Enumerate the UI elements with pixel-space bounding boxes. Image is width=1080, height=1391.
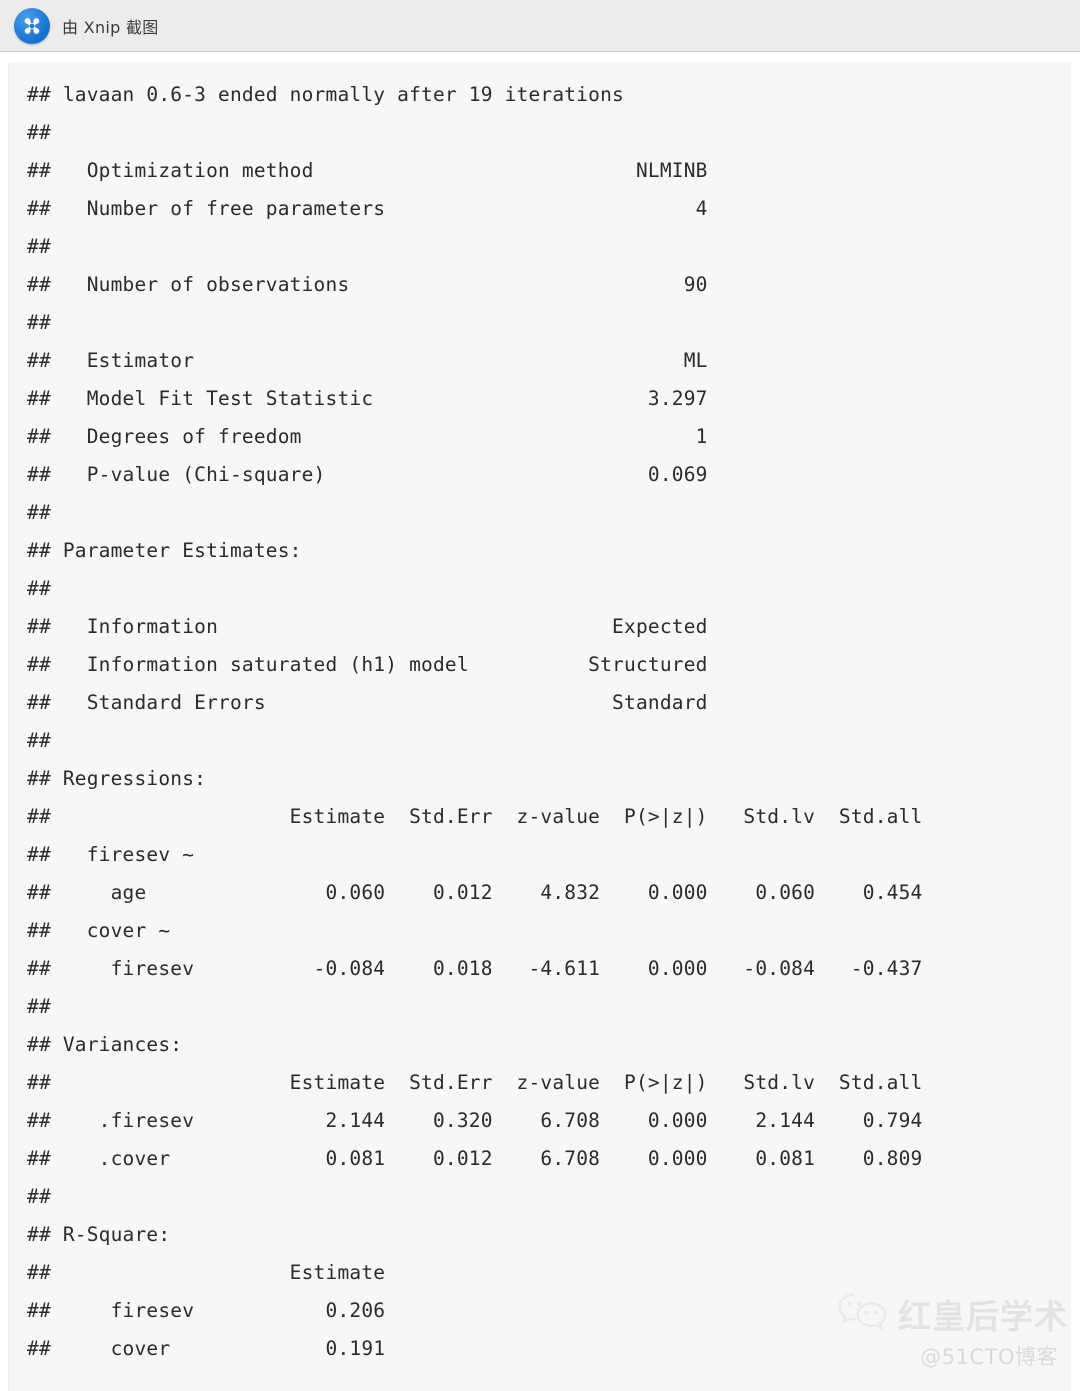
console-line: ## Number of free parameters 4 — [27, 197, 708, 220]
console-line: ## Parameter Estimates: — [27, 539, 302, 562]
r-console-output-block: ## lavaan 0.6-3 ended normally after 19 … — [8, 62, 1071, 1391]
console-line: ## cover 0.191 — [27, 1337, 386, 1360]
console-line: ## — [27, 121, 63, 144]
console-line: ## Variances: — [27, 1033, 183, 1056]
console-line: ## Estimator ML — [27, 349, 708, 372]
console-line: ## — [27, 577, 63, 600]
console-line: ## .firesev 2.144 0.320 6.708 0.000 2.14… — [27, 1109, 923, 1132]
console-line: ## age 0.060 0.012 4.832 0.000 0.060 0.4… — [27, 881, 923, 904]
console-line: ## Standard Errors Standard — [27, 691, 708, 714]
console-line: ## firesev -0.084 0.018 -4.611 0.000 -0.… — [27, 957, 923, 980]
console-line: ## Estimate Std.Err z-value P(>|z|) Std.… — [27, 805, 923, 828]
console-line: ## — [27, 501, 63, 524]
console-line: ## Information saturated (h1) model Stru… — [27, 653, 708, 676]
console-line: ## firesev ~ — [27, 843, 195, 866]
console-line: ## firesev 0.206 — [27, 1299, 386, 1322]
console-line: ## .cover 0.081 0.012 6.708 0.000 0.081 … — [27, 1147, 923, 1170]
console-line: ## Degrees of freedom 1 — [27, 425, 708, 448]
console-line: ## Model Fit Test Statistic 3.297 — [27, 387, 708, 410]
console-line: ## lavaan 0.6-3 ended normally after 19 … — [27, 83, 624, 106]
console-line: ## Estimate — [27, 1261, 386, 1284]
console-line: ## cover ~ — [27, 919, 171, 942]
console-line: ## P-value (Chi-square) 0.069 — [27, 463, 708, 486]
console-line: ## Number of observations 90 — [27, 273, 708, 296]
xnip-scissors-icon — [14, 7, 50, 44]
console-line: ## — [27, 729, 63, 752]
console-line: ## — [27, 311, 63, 334]
console-line: ## Information Expected — [27, 615, 708, 638]
console-line: ## — [27, 995, 63, 1018]
xnip-app-title: 由 Xnip 截图 — [62, 17, 159, 37]
console-line: ## Regressions: — [27, 767, 207, 790]
console-line: ## — [27, 235, 63, 258]
console-line: ## R-Square: — [27, 1223, 171, 1246]
console-line: ## Optimization method NLMINB — [27, 159, 708, 182]
xnip-title-bar: 由 Xnip 截图 — [0, 0, 1080, 52]
console-line: ## Estimate Std.Err z-value P(>|z|) Std.… — [27, 1071, 923, 1094]
console-line: ## — [27, 1185, 63, 1208]
